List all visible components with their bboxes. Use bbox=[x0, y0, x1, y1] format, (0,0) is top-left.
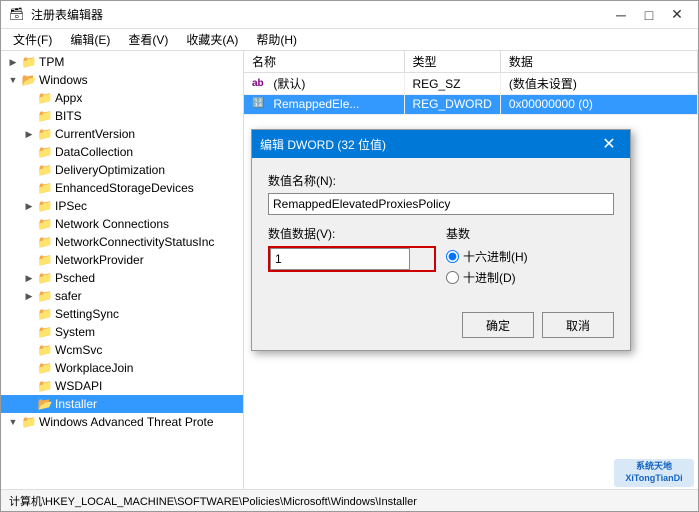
radio-hex-label: 十六进制(H) bbox=[463, 248, 528, 265]
radio-dec-label: 十进制(D) bbox=[463, 269, 516, 286]
value-data-group: 数值数据(V): bbox=[268, 225, 436, 272]
radio-hex[interactable] bbox=[446, 250, 459, 263]
edit-dword-dialog: 编辑 DWORD (32 位值) ✕ 数值名称(N): 数值数据(V): bbox=[251, 129, 631, 351]
value-name-input[interactable] bbox=[268, 193, 614, 215]
value-data-label: 数值数据(V): bbox=[268, 225, 436, 242]
value-name-label: 数值名称(N): bbox=[268, 172, 614, 189]
base-title: 基数 bbox=[446, 225, 614, 242]
value-data-input-wrap bbox=[268, 246, 436, 272]
value-data-input[interactable] bbox=[270, 248, 410, 270]
dialog-data-row: 数值数据(V): 基数 十六进制(H) bbox=[268, 225, 614, 286]
ok-button[interactable]: 确定 bbox=[462, 312, 534, 338]
radio-dec-row[interactable]: 十进制(D) bbox=[446, 269, 614, 286]
dialog-titlebar: 编辑 DWORD (32 位值) ✕ bbox=[252, 130, 630, 158]
modal-overlay: 编辑 DWORD (32 位值) ✕ 数值名称(N): 数值数据(V): bbox=[1, 1, 698, 511]
radio-hex-row[interactable]: 十六进制(H) bbox=[446, 248, 614, 265]
dialog-title: 编辑 DWORD (32 位值) bbox=[260, 136, 386, 153]
dialog-close-button[interactable]: ✕ bbox=[596, 133, 622, 155]
dialog-buttons: 确定 取消 bbox=[252, 306, 630, 350]
dialog-body: 数值名称(N): 数值数据(V): 基数 bbox=[252, 158, 630, 306]
main-window: 🗃 注册表编辑器 ─ □ ✕ 文件(F) 编辑(E) 查看(V) 收藏夹(A) … bbox=[0, 0, 699, 512]
cancel-button[interactable]: 取消 bbox=[542, 312, 614, 338]
radio-dec[interactable] bbox=[446, 271, 459, 284]
base-group: 基数 十六进制(H) 十进制(D) bbox=[446, 225, 614, 286]
